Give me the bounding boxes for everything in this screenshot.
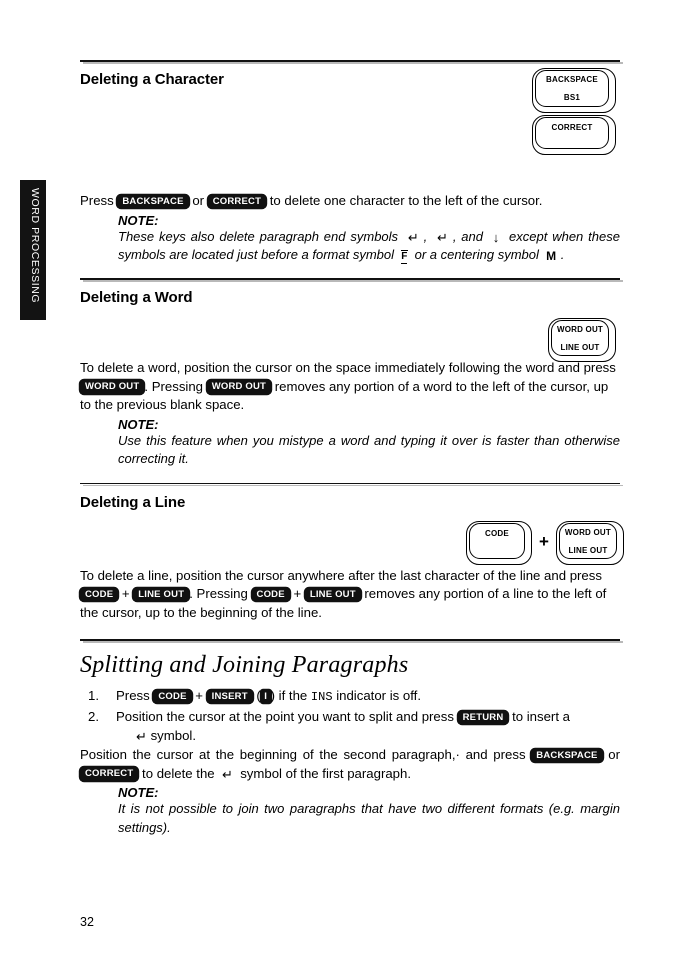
step2-symbol-line: ↵ symbol. [116, 726, 620, 745]
note-text: It is not possible to join two paragraph… [118, 801, 620, 835]
keycap-backspace: BACKSPACE BS1 [532, 68, 616, 113]
format-symbol-icon: F [400, 249, 408, 264]
document-page: WORD PROCESSING BACKSPACE BS1 CORRECT WO… [0, 0, 674, 954]
text-or: or [602, 747, 621, 762]
section-tab-word-processing: WORD PROCESSING [20, 180, 46, 320]
chip-correct: CORRECT [207, 194, 267, 208]
note-label: NOTE: [118, 416, 159, 432]
section-rule [80, 278, 623, 282]
return-symbol-icon: ↵ [407, 229, 419, 245]
text-close-paren: ) if the [270, 688, 311, 703]
keycap-labels: CODE [469, 523, 525, 559]
note-splitting: NOTE: It is not possible to join two par… [118, 785, 620, 837]
text-delete-word-pre: To delete a word, position the cursor on… [80, 360, 616, 375]
note-part-a: These keys also delete paragraph end sym… [118, 228, 399, 244]
note-part-c: , and [452, 228, 483, 244]
text-plus: + [118, 586, 134, 601]
note-part-e: or a centering symbol [414, 247, 539, 262]
paragraph-deleting-word: To delete a word, position the cursor on… [80, 359, 620, 415]
step-number: 1. [88, 688, 99, 703]
keycap-label-correct: CORRECT [551, 123, 593, 132]
chip-backspace: BACKSPACE [117, 194, 189, 208]
keycap-label-code: CODE [485, 529, 509, 538]
text-press: Press [116, 688, 154, 703]
note-text: These keys also delete paragraph end sym… [118, 228, 620, 266]
chip-code: CODE [153, 689, 192, 703]
keycap-labels: WORD OUT LINE OUT [551, 320, 609, 356]
heading-deleting-a-line: Deleting a Line [80, 493, 186, 511]
centering-symbol-icon: M [546, 248, 556, 263]
keycap-label-bs1: BS1 [563, 93, 581, 103]
keycap-labels: WORD OUT LINE OUT [559, 523, 617, 559]
text-to-insert: to insert a [508, 709, 570, 724]
chip-line-out: LINE OUT [304, 587, 361, 601]
note-deleting-character: NOTE: These keys also delete paragraph e… [118, 213, 620, 266]
step-number: 2. [88, 709, 99, 724]
text-to-delete: to delete the [138, 765, 215, 781]
keycap-label-lineout: LINE OUT [568, 545, 608, 555]
note-text: Use this feature when you mistype a word… [118, 432, 620, 467]
keycap-label-wordout: WORD OUT [564, 527, 611, 537]
note-deleting-word: NOTE: Use this feature when you mistype … [118, 417, 620, 469]
heading-splitting-and-joining-paragraphs: Splitting and Joining Paragraphs [80, 652, 409, 678]
chip-insert: INSERT [206, 689, 253, 703]
section-tab-label: WORD PROCESSING [29, 188, 41, 304]
chip-i-key: I [260, 689, 271, 703]
chip-code: CODE [251, 587, 290, 601]
text-plus: + [289, 586, 305, 601]
indicator-ins: INS [310, 690, 333, 704]
text-plus: + [191, 688, 207, 703]
text-position-cursor: Position the cursor at the point you wan… [116, 709, 458, 724]
return-symbol-icon: ↵ [221, 766, 233, 782]
section-rule [80, 482, 623, 487]
keycap-code: CODE [466, 521, 532, 565]
text-or: or [188, 193, 208, 208]
text-indicator-off: indicator is off. [332, 688, 421, 703]
chip-word-out: WORD OUT [206, 380, 272, 394]
note-label: NOTE: [118, 212, 159, 228]
keycap-label-backspace: BACKSPACE [546, 74, 598, 84]
text-pressing: . Pressing [189, 586, 252, 601]
chip-word-out: WORD OUT [80, 380, 145, 394]
chip-code: CODE [80, 587, 119, 601]
text-open-paren: ( [252, 688, 261, 703]
note-label: NOTE: [118, 785, 159, 800]
text-press: Press [80, 193, 118, 208]
paragraph-deleting-line: To delete a line, position the cursor an… [80, 567, 620, 623]
text-symbol: symbol. [146, 728, 197, 743]
keycap-wordout-lineout: WORD OUT LINE OUT [548, 318, 616, 362]
steps-list: 1. Press CODE + INSERT (I) if the INS ind… [80, 686, 620, 745]
chip-backspace: BACKSPACE [531, 748, 603, 762]
text-pressing: . Pressing [144, 378, 207, 394]
chip-correct: CORRECT [80, 767, 139, 781]
list-item: 1. Press CODE + INSERT (I) if the INS ind… [80, 686, 620, 707]
keycap-diagram-wordout-lineout: WORD OUT LINE OUT [548, 318, 616, 362]
chip-line-out: LINE OUT [133, 587, 190, 601]
heading-deleting-a-word: Deleting a Word [80, 289, 193, 306]
note-part-b: , [423, 228, 428, 244]
text-delete-line-pre: To delete a line, position the cursor an… [80, 567, 602, 583]
paragraph-deleting-character: Press BACKSPACE or CORRECT to delete one… [80, 192, 620, 211]
note-part-f: . [560, 247, 565, 262]
section-rule [80, 60, 623, 64]
text-join-tail: symbol of the first paragraph. [236, 765, 411, 781]
chip-return: RETURN [457, 710, 509, 724]
keycap-wordout-lineout: WORD OUT LINE OUT [555, 521, 624, 565]
text-join-pre: Position the cursor at the beginning of … [80, 747, 532, 762]
list-item: 2. Position the cursor at the point you w… [80, 707, 620, 745]
paragraph-joining: Position the cursor at the beginning of … [80, 746, 620, 783]
section-rule [80, 639, 623, 643]
return-symbol-icon: ↵ [136, 729, 147, 744]
keycap-label-wordout: WORD OUT [556, 324, 604, 334]
page-number: 32 [80, 915, 94, 929]
keycap-labels: BACKSPACE BS1 [535, 70, 609, 107]
down-arrow-symbol-icon: ↓ [492, 229, 500, 245]
keycap-label-lineout: LINE OUT [560, 342, 600, 352]
text-delete-char: to delete one character to the left of t… [266, 193, 543, 208]
keycap-labels: CORRECT [535, 117, 609, 149]
return-indent-symbol-icon: ↵ [437, 229, 448, 245]
